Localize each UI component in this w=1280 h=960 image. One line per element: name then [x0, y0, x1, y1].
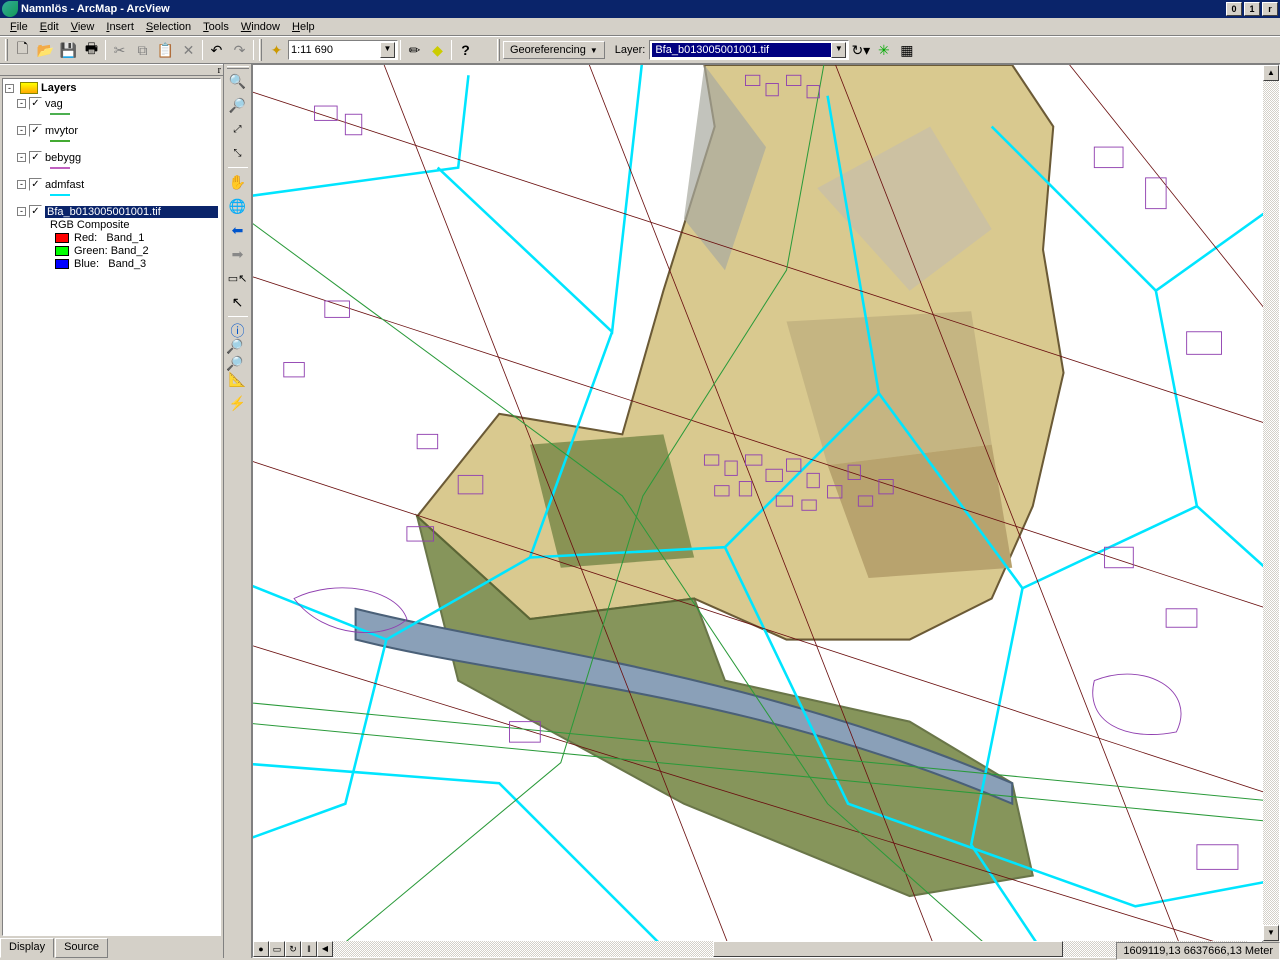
map-canvas	[253, 65, 1279, 957]
layer-checkbox[interactable]: ✓	[29, 178, 42, 191]
copy-button[interactable]: ⧉	[131, 39, 154, 61]
arccatalog-button[interactable]: ◆	[426, 39, 449, 61]
tab-source[interactable]: Source	[55, 938, 108, 958]
standard-toolbar: 🗋 📂 💾 🖶 ✂ ⧉ 📋 ✕ ↶ ↷ ✦ 1:11 690 ▼ ✏ ◆ ? G…	[0, 36, 1280, 64]
menu-window[interactable]: Window	[235, 20, 286, 34]
menu-help[interactable]: Help	[286, 20, 321, 34]
save-button[interactable]: 💾	[57, 39, 80, 61]
layer-checkbox[interactable]: ✓	[29, 97, 42, 110]
expander-icon[interactable]: -	[17, 207, 26, 216]
fixed-zoom-out-button[interactable]: ⤡	[226, 142, 249, 164]
tools-toolbar: 🔍 🔎 ⤢ ⤡ ✋ 🌐 ⬅ ➡ ▭↖ ↖ ⓘ 🔎🔎 📐 ⚡	[224, 64, 252, 958]
vertical-scrollbar[interactable]: ▲ ▼	[1263, 65, 1279, 941]
find-button[interactable]: 🔎🔎	[226, 344, 249, 366]
layer-checkbox[interactable]: ✓	[29, 124, 42, 137]
layer-symbol[interactable]	[50, 194, 70, 196]
expander-icon[interactable]: -	[17, 99, 26, 108]
table-of-contents: r - Layers - ✓ vag - ✓ mvytor - ✓	[0, 64, 224, 958]
menu-bar: File Edit View Insert Selection Tools Wi…	[0, 18, 1280, 36]
editor-toolbar-button[interactable]: ✏	[403, 39, 426, 61]
raster-desc: RGB Composite	[5, 219, 218, 231]
add-data-button[interactable]: ✦	[265, 39, 288, 61]
layout-view-button[interactable]: ▭	[269, 941, 285, 957]
hyperlink-button[interactable]: ⚡	[226, 392, 249, 414]
rotate-button[interactable]: ↻▾	[849, 39, 872, 61]
app-icon	[2, 1, 18, 17]
control-points-button[interactable]: ✳	[872, 39, 895, 61]
layer-symbol[interactable]	[50, 113, 70, 115]
pause-draw-button[interactable]: ‖	[301, 941, 317, 957]
close-button[interactable]: r	[1262, 2, 1278, 16]
new-button[interactable]: 🗋	[11, 39, 34, 61]
menu-selection[interactable]: Selection	[140, 20, 197, 34]
toc-close-icon[interactable]: r	[218, 65, 221, 76]
band-red: Red: Band_1	[5, 232, 218, 244]
layers-icon	[20, 82, 38, 94]
scale-value: 1:11 690	[291, 44, 380, 56]
zoom-out-button[interactable]: 🔎	[226, 94, 249, 116]
layer-item-bebygg[interactable]: - ✓ bebygg	[5, 151, 218, 164]
title-bar: Namnlös - ArcMap - ArcView 0 1 r	[0, 0, 1280, 18]
scroll-left-button[interactable]: ◀	[317, 941, 333, 957]
zoom-in-button[interactable]: 🔍	[226, 70, 249, 92]
open-button[interactable]: 📂	[34, 39, 57, 61]
layer-item-mvytor[interactable]: - ✓ mvytor	[5, 124, 218, 137]
expander-icon[interactable]: -	[17, 153, 26, 162]
scale-combo[interactable]: 1:11 690 ▼	[288, 40, 398, 60]
toc-tabs: Display Source	[0, 938, 223, 958]
prev-extent-button[interactable]: ⬅	[226, 219, 249, 241]
menu-insert[interactable]: Insert	[100, 20, 140, 34]
layer-label: Layer:	[615, 44, 646, 56]
expander-icon[interactable]: -	[5, 84, 14, 93]
select-elements-button[interactable]: ↖	[226, 291, 249, 313]
layer-item-admfast[interactable]: - ✓ admfast	[5, 178, 218, 191]
coordinates-readout: 1609119,13 6637666,13 Meter	[1123, 945, 1273, 957]
layer-combo[interactable]: Bfa_b013005001001.tif ▼	[649, 40, 849, 60]
scroll-down-button[interactable]: ▼	[1263, 925, 1279, 941]
toc-header[interactable]: r	[0, 64, 223, 76]
whats-this-button[interactable]: ?	[454, 39, 477, 61]
data-view-button[interactable]: ●	[253, 941, 269, 957]
menu-file[interactable]: File	[4, 20, 34, 34]
view-link-table-button[interactable]: ▦	[895, 39, 918, 61]
georeferencing-menu[interactable]: Georeferencing ▼	[503, 41, 605, 59]
layer-symbol[interactable]	[50, 167, 70, 169]
band-blue: Blue: Band_3	[5, 258, 218, 270]
status-bar: 1609119,13 6637666,13 Meter	[1116, 942, 1280, 960]
redo-button[interactable]: ↷	[228, 39, 251, 61]
layer-checkbox[interactable]: ✓	[29, 151, 42, 164]
horizontal-scrollbar[interactable]: ● ▭ ↻ ‖ ◀ ▶	[253, 941, 1263, 957]
menu-view[interactable]: View	[65, 20, 101, 34]
window-title: Namnlös - ArcMap - ArcView	[21, 3, 170, 15]
tab-display[interactable]: Display	[0, 938, 54, 958]
toc-tree[interactable]: - Layers - ✓ vag - ✓ mvytor - ✓ bebygg	[2, 78, 221, 936]
next-extent-button[interactable]: ➡	[226, 243, 249, 265]
layer-item-raster[interactable]: - ✓ Bfa_b013005001001.tif	[5, 205, 218, 218]
select-features-button[interactable]: ▭↖	[226, 267, 249, 289]
full-extent-button[interactable]: 🌐	[226, 195, 249, 217]
maximize-button[interactable]: 1	[1244, 2, 1260, 16]
refresh-view-button[interactable]: ↻	[285, 941, 301, 957]
map-view[interactable]: ▲ ▼ ● ▭ ↻ ‖ ◀ ▶	[252, 64, 1280, 958]
menu-edit[interactable]: Edit	[34, 20, 65, 34]
band-green: Green: Band_2	[5, 245, 218, 257]
paste-button[interactable]: 📋	[154, 39, 177, 61]
delete-button[interactable]: ✕	[177, 39, 200, 61]
measure-button[interactable]: 📐	[226, 368, 249, 390]
undo-button[interactable]: ↶	[205, 39, 228, 61]
scroll-thumb[interactable]	[713, 941, 1063, 957]
cut-button[interactable]: ✂	[108, 39, 131, 61]
minimize-button[interactable]: 0	[1226, 2, 1242, 16]
layer-checkbox[interactable]: ✓	[29, 205, 42, 218]
layer-symbol[interactable]	[50, 140, 70, 142]
expander-icon[interactable]: -	[17, 180, 26, 189]
menu-tools[interactable]: Tools	[197, 20, 235, 34]
scroll-up-button[interactable]: ▲	[1263, 65, 1279, 81]
expander-icon[interactable]: -	[17, 126, 26, 135]
pan-button[interactable]: ✋	[226, 171, 249, 193]
toc-root: Layers	[41, 82, 76, 94]
layer-item-vag[interactable]: - ✓ vag	[5, 97, 218, 110]
print-button[interactable]: 🖶	[80, 39, 103, 61]
fixed-zoom-in-button[interactable]: ⤢	[226, 118, 249, 140]
